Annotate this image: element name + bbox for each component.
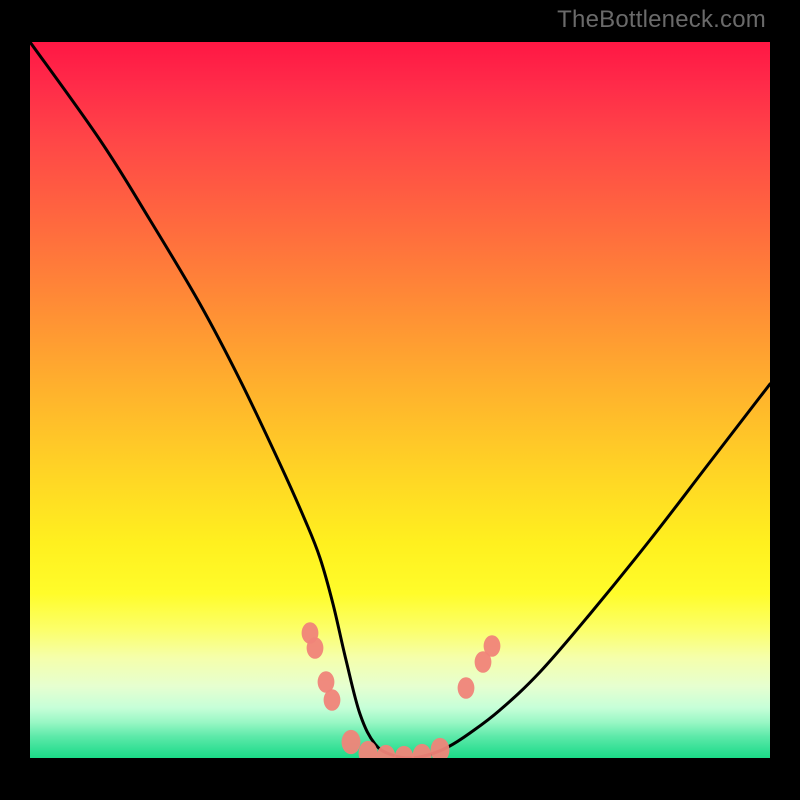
curve-marker xyxy=(413,744,432,758)
plot-area xyxy=(30,42,770,758)
curve-marker xyxy=(431,738,450,758)
curve-marker xyxy=(324,689,341,711)
bottleneck-curve-path xyxy=(30,42,770,758)
curve-markers xyxy=(302,622,501,758)
curve-marker xyxy=(484,635,501,657)
curve-marker xyxy=(342,730,361,754)
curve-layer xyxy=(30,42,770,758)
curve-marker xyxy=(395,746,414,758)
bottleneck-curve xyxy=(30,42,770,758)
watermark-text: TheBottleneck.com xyxy=(557,6,766,34)
curve-marker xyxy=(458,677,475,699)
curve-marker xyxy=(307,637,324,659)
chart-frame: TheBottleneck.com xyxy=(0,0,800,800)
